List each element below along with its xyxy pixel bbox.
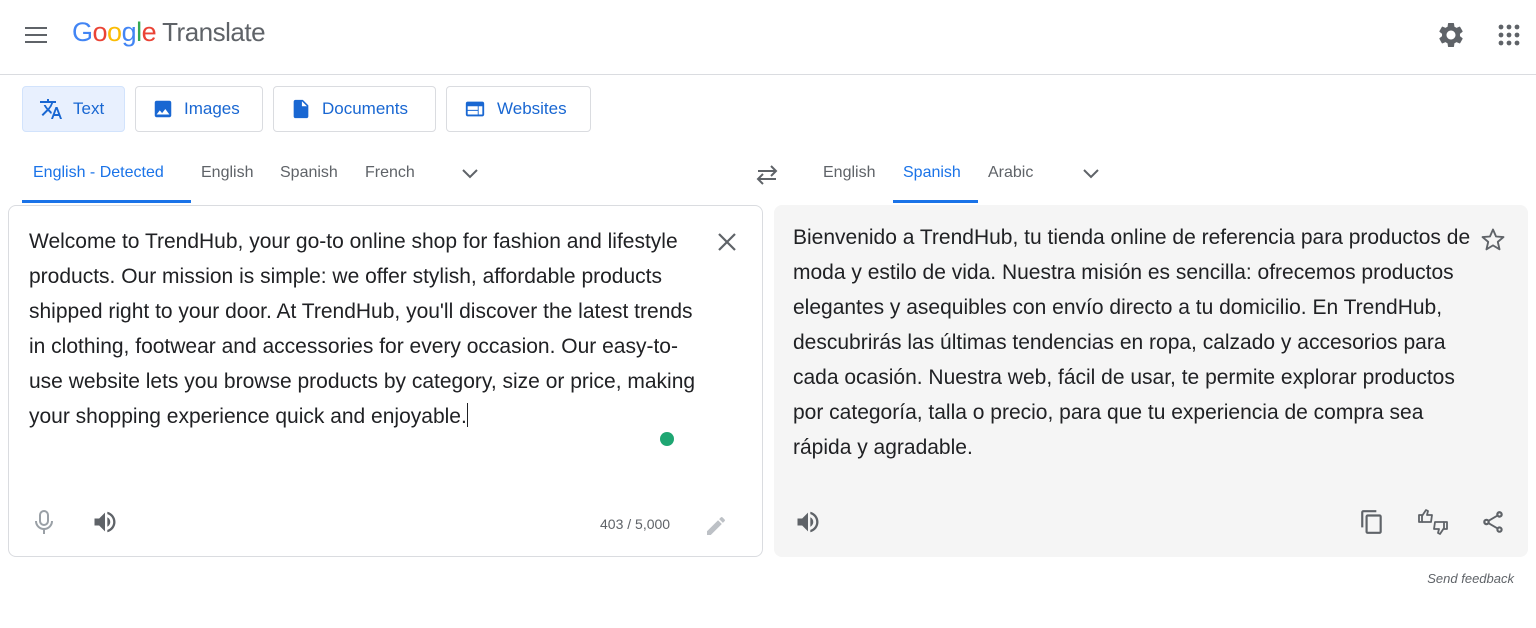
clear-text-close-icon[interactable] <box>714 229 740 260</box>
apps-grid-icon[interactable] <box>1494 20 1524 50</box>
website-icon <box>465 101 485 117</box>
document-icon <box>293 99 309 119</box>
source-text: Welcome to TrendHub, your go-to online s… <box>29 230 696 428</box>
share-translation-icon[interactable] <box>1480 508 1506 541</box>
save-translation-star-icon[interactable] <box>1479 226 1507 259</box>
tab-websites-label: Websites <box>497 99 567 118</box>
app-header: Google Translate <box>0 0 1536 75</box>
source-language-bar: English - Detected English Spanish Frenc… <box>0 150 745 205</box>
tab-images[interactable]: Images <box>135 86 263 132</box>
source-lang-active-indicator <box>22 200 191 203</box>
text-cursor <box>466 403 468 427</box>
google-translate-logo[interactable]: Google Translate <box>72 17 266 48</box>
tab-images-label: Images <box>184 99 240 118</box>
target-lang-more-chevron-down-icon[interactable] <box>1080 164 1102 189</box>
copy-translation-icon[interactable] <box>1359 508 1385 541</box>
grammar-check-indicator[interactable] <box>660 432 674 446</box>
character-count: 403 / 5,000 <box>600 516 671 532</box>
product-name: Translate <box>162 17 266 47</box>
source-lang-detected[interactable]: English - Detected <box>33 164 164 182</box>
rate-translation-thumbs-icon[interactable] <box>1416 506 1450 543</box>
image-icon <box>154 100 172 118</box>
listen-speaker-icon[interactable] <box>91 508 119 541</box>
swap-languages-icon[interactable] <box>752 162 782 193</box>
microphone-icon[interactable] <box>33 508 55 541</box>
source-text-panel: Welcome to TrendHub, your go-to online s… <box>8 205 763 557</box>
target-lang-active-indicator <box>893 200 978 203</box>
edit-pencil-icon[interactable] <box>704 514 728 543</box>
target-lang-english[interactable]: English <box>823 164 875 182</box>
listen-translation-speaker-icon[interactable] <box>794 508 822 541</box>
source-lang-english[interactable]: English <box>201 164 253 182</box>
target-lang-arabic[interactable]: Arabic <box>988 164 1033 182</box>
send-feedback-link[interactable]: Send feedback <box>1427 571 1514 586</box>
source-lang-more-chevron-down-icon[interactable] <box>459 164 481 189</box>
tab-documents[interactable]: Documents <box>273 86 436 132</box>
translate-icon <box>40 99 62 119</box>
tab-documents-label: Documents <box>322 99 408 118</box>
target-lang-spanish[interactable]: Spanish <box>903 164 961 182</box>
source-textarea[interactable]: Welcome to TrendHub, your go-to online s… <box>29 224 709 434</box>
source-lang-french[interactable]: French <box>365 164 415 182</box>
tab-text[interactable]: Text <box>22 86 125 132</box>
tab-websites[interactable]: Websites <box>446 86 591 132</box>
source-lang-spanish[interactable]: Spanish <box>280 164 338 182</box>
target-language-bar: English Spanish Arabic <box>790 150 1530 205</box>
menu-icon[interactable] <box>24 24 50 46</box>
translation-panel: Bienvenido a TrendHub, tu tienda online … <box>774 205 1528 557</box>
tab-text-label: Text <box>73 99 105 118</box>
translated-text: Bienvenido a TrendHub, tu tienda online … <box>793 226 1471 459</box>
settings-gear-icon[interactable] <box>1436 20 1466 50</box>
